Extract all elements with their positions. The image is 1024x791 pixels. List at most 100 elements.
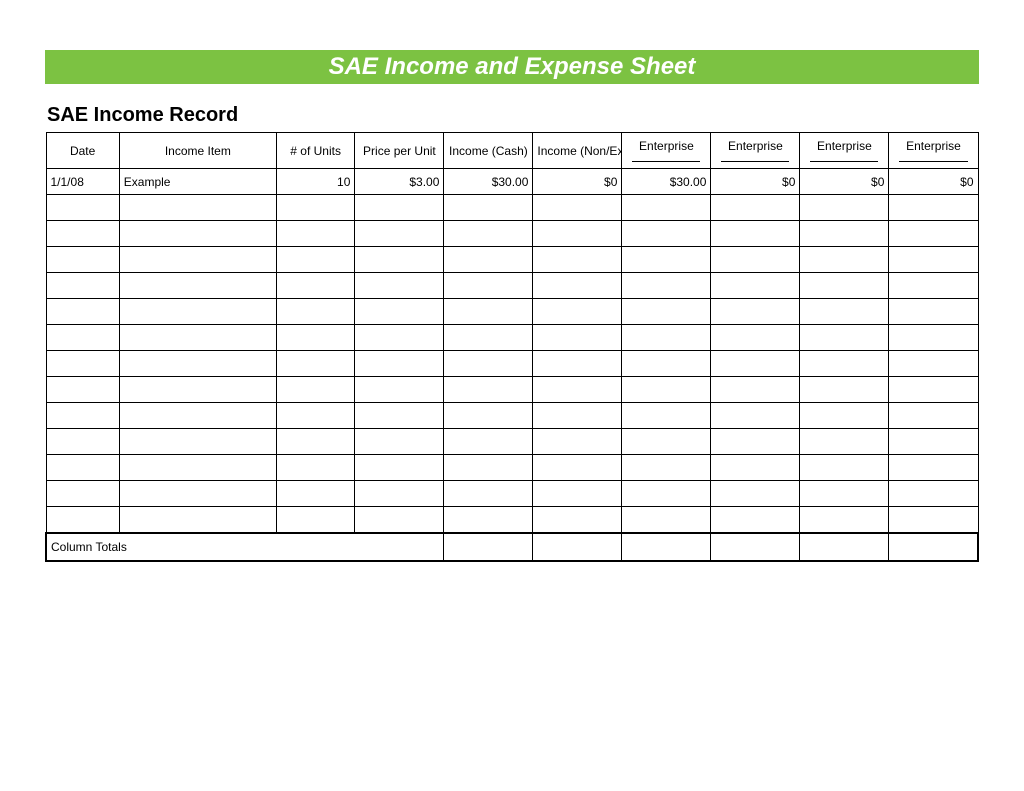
cell-income_nonexc[interactable] (533, 481, 622, 507)
cell-enterprise1[interactable] (622, 455, 711, 481)
cell-enterprise2[interactable] (711, 195, 800, 221)
cell-income_cash[interactable] (444, 221, 533, 247)
cell-date[interactable] (46, 351, 119, 377)
cell-enterprise4[interactable] (889, 481, 978, 507)
cell-income_nonexc[interactable] (533, 507, 622, 533)
cell-enterprise3[interactable] (800, 351, 889, 377)
cell-income_cash[interactable]: $30.00 (444, 169, 533, 195)
cell-enterprise4[interactable] (889, 273, 978, 299)
cell-enterprise4[interactable] (889, 377, 978, 403)
cell-price_per_unit[interactable] (355, 429, 444, 455)
cell-enterprise4[interactable] (889, 403, 978, 429)
cell-income_item[interactable] (119, 351, 276, 377)
cell-enterprise2[interactable] (711, 377, 800, 403)
cell-enterprise4[interactable] (889, 221, 978, 247)
cell-income_nonexc[interactable] (533, 351, 622, 377)
cell-income_nonexc[interactable] (533, 403, 622, 429)
cell-income_item[interactable] (119, 507, 276, 533)
cell-enterprise4[interactable] (889, 195, 978, 221)
cell-enterprise4[interactable] (889, 325, 978, 351)
cell-enterprise2[interactable] (711, 481, 800, 507)
cell-income_item[interactable]: Example (119, 169, 276, 195)
cell-enterprise4[interactable] (889, 351, 978, 377)
cell-income_item[interactable] (119, 455, 276, 481)
cell-date[interactable] (46, 403, 119, 429)
cell-units[interactable] (276, 403, 355, 429)
cell-enterprise1[interactable] (622, 507, 711, 533)
cell-date[interactable] (46, 481, 119, 507)
cell-enterprise1[interactable] (622, 325, 711, 351)
cell-income_cash[interactable] (444, 377, 533, 403)
cell-enterprise3[interactable] (800, 429, 889, 455)
cell-date[interactable] (46, 247, 119, 273)
cell-units[interactable] (276, 247, 355, 273)
cell-enterprise3[interactable] (800, 247, 889, 273)
cell-price_per_unit[interactable] (355, 273, 444, 299)
cell-income_nonexc[interactable] (533, 325, 622, 351)
cell-income_nonexc[interactable] (533, 455, 622, 481)
cell-enterprise3[interactable] (800, 455, 889, 481)
cell-income_nonexc[interactable] (533, 377, 622, 403)
cell-income_cash[interactable] (444, 195, 533, 221)
cell-income_nonexc[interactable] (533, 247, 622, 273)
cell-enterprise3[interactable] (800, 273, 889, 299)
cell-enterprise4[interactable] (889, 455, 978, 481)
cell-enterprise3[interactable] (800, 507, 889, 533)
cell-date[interactable] (46, 325, 119, 351)
cell-price_per_unit[interactable] (355, 351, 444, 377)
cell-enterprise2[interactable] (711, 429, 800, 455)
cell-enterprise3[interactable] (800, 299, 889, 325)
cell-income_cash[interactable] (444, 455, 533, 481)
cell-income_nonexc[interactable] (533, 273, 622, 299)
cell-units[interactable]: 10 (276, 169, 355, 195)
cell-enterprise2[interactable] (711, 351, 800, 377)
cell-enterprise3[interactable] (800, 403, 889, 429)
cell-enterprise2[interactable] (711, 273, 800, 299)
cell-enterprise2[interactable] (711, 299, 800, 325)
cell-units[interactable] (276, 377, 355, 403)
cell-date[interactable] (46, 429, 119, 455)
cell-units[interactable] (276, 195, 355, 221)
cell-enterprise4[interactable] (889, 507, 978, 533)
cell-date[interactable] (46, 377, 119, 403)
cell-income_nonexc[interactable] (533, 221, 622, 247)
cell-date[interactable] (46, 299, 119, 325)
cell-units[interactable] (276, 273, 355, 299)
cell-enterprise1[interactable] (622, 351, 711, 377)
cell-date[interactable] (46, 507, 119, 533)
cell-date[interactable] (46, 273, 119, 299)
cell-income_cash[interactable] (444, 351, 533, 377)
cell-enterprise4[interactable] (889, 429, 978, 455)
cell-units[interactable] (276, 429, 355, 455)
cell-income_nonexc[interactable] (533, 195, 622, 221)
cell-enterprise1[interactable] (622, 403, 711, 429)
cell-units[interactable] (276, 221, 355, 247)
cell-enterprise3[interactable]: $0 (800, 169, 889, 195)
cell-income_item[interactable] (119, 429, 276, 455)
cell-enterprise1[interactable] (622, 273, 711, 299)
cell-enterprise1[interactable] (622, 299, 711, 325)
cell-date[interactable]: 1/1/08 (46, 169, 119, 195)
cell-enterprise3[interactable] (800, 377, 889, 403)
cell-enterprise3[interactable] (800, 481, 889, 507)
cell-enterprise4[interactable] (889, 299, 978, 325)
cell-enterprise1[interactable]: $30.00 (622, 169, 711, 195)
cell-units[interactable] (276, 325, 355, 351)
cell-income_nonexc[interactable]: $0 (533, 169, 622, 195)
cell-income_cash[interactable] (444, 325, 533, 351)
cell-units[interactable] (276, 351, 355, 377)
cell-units[interactable] (276, 481, 355, 507)
cell-date[interactable] (46, 221, 119, 247)
cell-units[interactable] (276, 299, 355, 325)
cell-enterprise2[interactable] (711, 247, 800, 273)
cell-income_item[interactable] (119, 481, 276, 507)
cell-price_per_unit[interactable] (355, 325, 444, 351)
cell-enterprise3[interactable] (800, 325, 889, 351)
cell-enterprise1[interactable] (622, 481, 711, 507)
cell-enterprise3[interactable] (800, 221, 889, 247)
cell-price_per_unit[interactable] (355, 481, 444, 507)
cell-income_item[interactable] (119, 221, 276, 247)
cell-enterprise4[interactable] (889, 247, 978, 273)
cell-price_per_unit[interactable] (355, 507, 444, 533)
cell-enterprise1[interactable] (622, 221, 711, 247)
